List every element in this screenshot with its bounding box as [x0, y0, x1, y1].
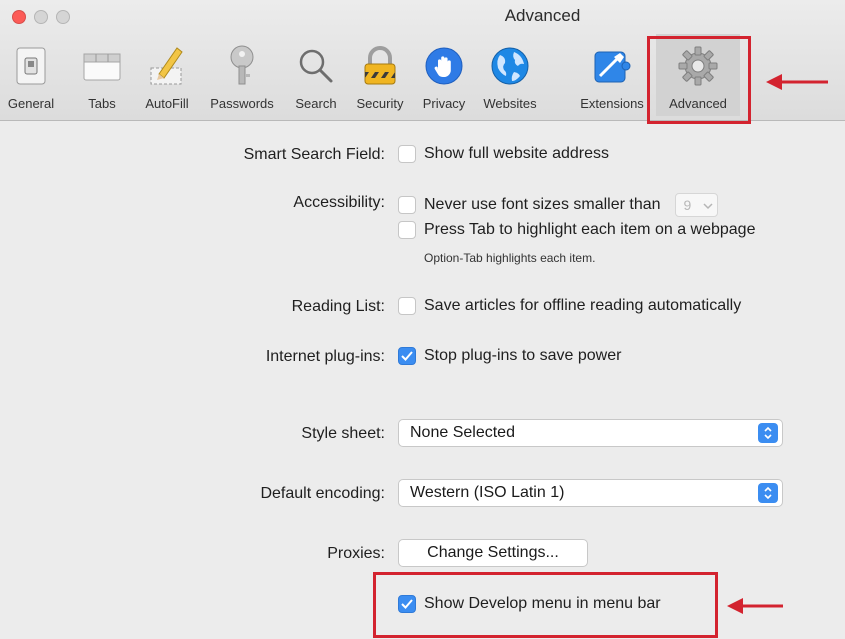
tab-general[interactable]: General [2, 34, 60, 116]
plugins-label: Internet plug-ins: [265, 348, 385, 365]
lock-icon [356, 42, 404, 90]
stop-plugins-checkbox[interactable] [398, 347, 416, 365]
show-full-address-text: Show full website address [424, 145, 609, 162]
switch-icon [7, 42, 55, 90]
puzzle-icon [588, 42, 636, 90]
chevron-down-icon [703, 197, 713, 213]
tab-security[interactable]: Security [347, 34, 413, 116]
key-icon [218, 42, 266, 90]
tabs-icon [78, 42, 126, 90]
tab-general-label: General [7, 96, 55, 111]
advanced-highlight-box [647, 36, 751, 124]
reading-list-label: Reading List: [291, 298, 385, 315]
tab-privacy[interactable]: Privacy [415, 34, 473, 116]
tab-tabs-label: Tabs [88, 96, 116, 111]
tab-websites[interactable]: Websites [475, 34, 545, 116]
develop-highlight-box [373, 572, 718, 638]
updown-chevron-icon [758, 483, 778, 503]
develop-arrow-icon [727, 596, 785, 621]
stop-plugins-text: Stop plug-ins to save power [424, 347, 622, 364]
tab-passwords[interactable]: Passwords [204, 34, 280, 116]
tab-highlight-checkbox[interactable] [398, 221, 416, 239]
hand-icon [420, 42, 468, 90]
tab-search[interactable]: Search [287, 34, 345, 116]
tab-extensions[interactable]: Extensions [571, 34, 653, 116]
tab-highlight-row: Press Tab to highlight each item on a we… [398, 221, 755, 239]
change-settings-button[interactable]: Change Settings... [398, 539, 588, 567]
style-sheet-value: None Selected [410, 424, 515, 441]
encoding-label: Default encoding: [260, 485, 385, 502]
tab-extensions-label: Extensions [580, 96, 644, 111]
tab-highlight-text: Press Tab to highlight each item on a we… [424, 221, 756, 238]
tab-tabs[interactable]: Tabs [76, 34, 128, 116]
show-full-address-checkbox[interactable] [398, 145, 416, 163]
updown-chevron-icon [758, 423, 778, 443]
min-font-size-text: Never use font sizes smaller than [424, 196, 661, 213]
checkmark-icon [401, 351, 413, 361]
tab-search-label: Search [295, 96, 337, 111]
offline-reading-checkbox[interactable] [398, 297, 416, 315]
accessibility-label: Accessibility: [293, 194, 385, 211]
reading-list-row: Save articles for offline reading automa… [398, 297, 741, 315]
smart-search-label: Smart Search Field: [243, 146, 385, 163]
min-font-size-checkbox[interactable] [398, 196, 416, 214]
advanced-settings-panel: Smart Search Field: Show full website ad… [0, 121, 845, 639]
min-font-size-select[interactable]: 9 [674, 193, 719, 217]
window-title: Advanced [504, 6, 581, 25]
tab-passwords-label: Passwords [210, 96, 274, 111]
tab-privacy-label: Privacy [422, 96, 466, 111]
min-font-size-row: Never use font sizes smaller than 9 [398, 193, 719, 217]
globe-icon [486, 42, 534, 90]
offline-reading-text: Save articles for offline reading automa… [424, 297, 742, 314]
tab-websites-label: Websites [483, 96, 537, 111]
style-sheet-popup[interactable]: None Selected [398, 419, 783, 447]
magnifier-icon [292, 42, 340, 90]
encoding-popup[interactable]: Western (ISO Latin 1) [398, 479, 783, 507]
proxies-label: Proxies: [327, 545, 385, 562]
encoding-value: Western (ISO Latin 1) [410, 484, 565, 501]
style-sheet-label: Style sheet: [301, 425, 385, 442]
option-tab-hint: Option-Tab highlights each item. [424, 251, 596, 265]
pencil-icon [143, 42, 191, 90]
tab-security-label: Security [356, 96, 404, 111]
advanced-arrow-icon [766, 72, 830, 97]
tab-autofill[interactable]: AutoFill [136, 34, 198, 116]
smart-search-row: Show full website address [398, 145, 609, 163]
safari-preferences-window: Advanced General Tabs AutoFill Passwords… [0, 0, 845, 639]
min-font-size-value: 9 [683, 197, 692, 213]
plugins-row: Stop plug-ins to save power [398, 347, 621, 365]
tab-autofill-label: AutoFill [145, 96, 189, 111]
